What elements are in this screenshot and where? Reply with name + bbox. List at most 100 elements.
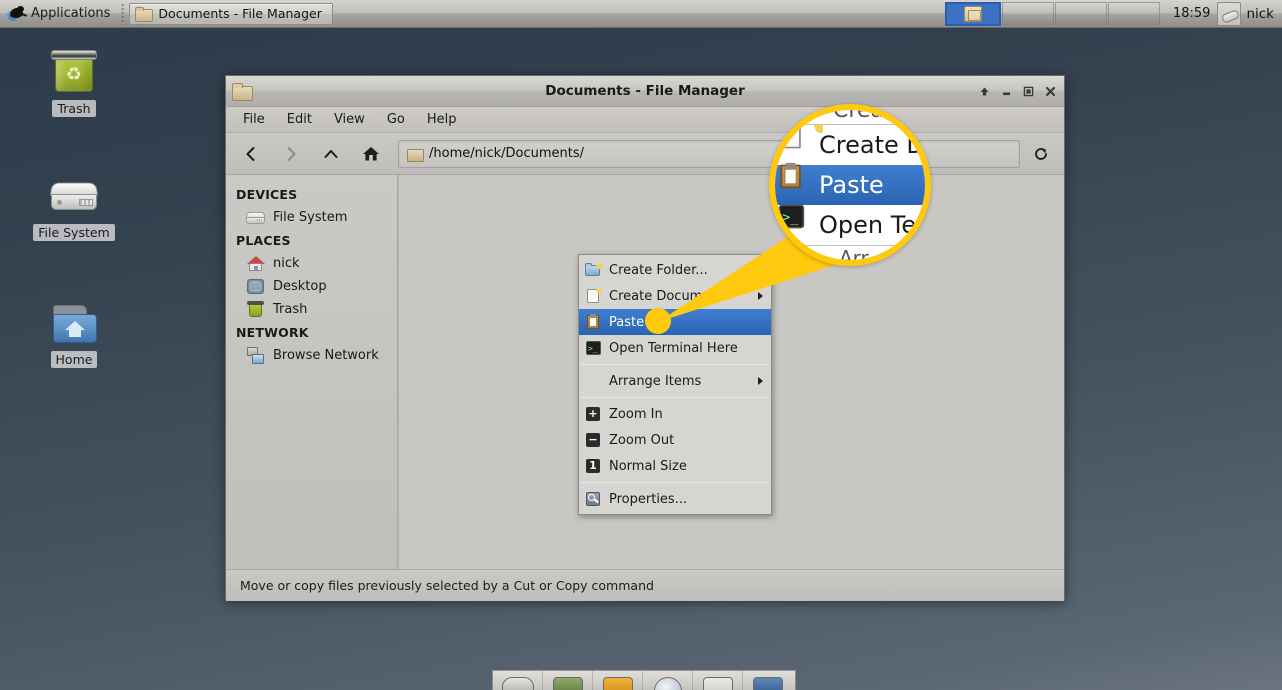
web-browser-icon xyxy=(653,677,682,690)
sidebar: DEVICES File System PLACES nick Desktop … xyxy=(226,175,398,569)
close-button[interactable] xyxy=(1043,84,1058,99)
context-menu-item-label: Zoom In xyxy=(609,406,663,422)
magnifier-item-label: Open Te xyxy=(819,211,917,239)
context-menu-item-paste[interactable]: Paste xyxy=(579,309,771,335)
magnifier-callout: Crea Create D Paste >_ Open Te Arr xyxy=(769,104,931,266)
sidebar-item-trash[interactable]: Trash xyxy=(226,298,397,321)
desktop-icon-label: File System xyxy=(33,224,115,241)
folder-icon xyxy=(232,82,253,101)
workspace-switcher-slot-2[interactable] xyxy=(1001,1,1054,26)
mouse-icon xyxy=(501,677,534,690)
paste-icon xyxy=(777,162,825,207)
context-menu-separator xyxy=(581,482,769,483)
context-menu-item-normal-size[interactable]: 1 Normal Size xyxy=(579,453,771,479)
statusbar: Move or copy files previously selected b… xyxy=(226,569,1064,601)
properties-icon xyxy=(585,491,602,507)
submenu-arrow-icon xyxy=(758,292,763,300)
menu-edit[interactable]: Edit xyxy=(276,109,323,130)
minimize-button[interactable] xyxy=(999,84,1014,99)
shade-button[interactable] xyxy=(977,84,992,99)
dock-item-6[interactable] xyxy=(743,671,793,690)
terminal-icon: >_ xyxy=(777,203,825,247)
dock-item-1[interactable] xyxy=(493,671,543,690)
zoom-out-icon: − xyxy=(585,432,602,448)
new-document-icon xyxy=(777,123,825,167)
sidebar-heading-devices: DEVICES xyxy=(236,187,298,202)
workspace-switcher-slot-3[interactable] xyxy=(1054,1,1107,26)
forward-button[interactable] xyxy=(274,139,308,169)
home-house-icon xyxy=(246,255,265,272)
xfce-mouse-icon xyxy=(4,5,28,22)
network-icon xyxy=(246,347,265,364)
normal-size-icon: 1 xyxy=(585,458,602,474)
hard-disk-icon xyxy=(48,176,100,220)
menu-go[interactable]: Go xyxy=(376,109,416,130)
sidebar-heading-network: NETWORK xyxy=(236,325,309,340)
removable-media-icon[interactable] xyxy=(1217,1,1242,26)
sidebar-heading-places: PLACES xyxy=(236,233,291,248)
menu-file[interactable]: File xyxy=(232,109,276,130)
context-menu-item-label: Open Terminal Here xyxy=(609,340,738,356)
folder-icon xyxy=(407,147,424,162)
context-menu-item-arrange-items[interactable]: Arrange Items xyxy=(579,368,771,394)
window-titlebar[interactable]: Documents - File Manager xyxy=(226,76,1064,107)
menubar: File Edit View Go Help xyxy=(226,107,1064,133)
context-menu-item-label: Create Document xyxy=(609,288,724,304)
trash-icon: ♻ xyxy=(50,50,98,96)
paste-icon xyxy=(585,314,602,330)
context-menu-item-label: Create Folder... xyxy=(609,262,708,278)
context-menu-item-label: Arrange Items xyxy=(609,373,702,389)
context-menu-item-zoom-in[interactable]: + Zoom In xyxy=(579,401,771,427)
home-button[interactable] xyxy=(354,139,388,169)
applications-menu-label: Applications xyxy=(31,6,111,21)
sidebar-item-desktop[interactable]: Desktop xyxy=(226,275,397,298)
context-menu-item-zoom-out[interactable]: − Zoom Out xyxy=(579,427,771,453)
menu-view[interactable]: View xyxy=(323,109,376,130)
back-button[interactable] xyxy=(234,139,268,169)
dock-item-5[interactable] xyxy=(693,671,743,690)
context-menu-item-create-document[interactable]: Create Document xyxy=(579,283,771,309)
applications-menu-button[interactable]: Applications xyxy=(0,1,119,27)
sidebar-item-file-system[interactable]: File System xyxy=(226,206,397,229)
clock[interactable]: 18:59 xyxy=(1161,6,1217,21)
trash-icon xyxy=(246,301,265,318)
magnifier-item-create-document: Create D xyxy=(775,123,925,167)
context-menu: Create Folder... Create Document Paste >… xyxy=(578,254,772,515)
parent-folder-button[interactable] xyxy=(314,139,348,169)
location-path: /home/nick/Documents/ xyxy=(429,146,585,161)
dock-item-4[interactable] xyxy=(643,671,693,690)
desktop-icon-home[interactable]: Home xyxy=(24,303,124,368)
desktop-icon-label: Home xyxy=(50,351,98,368)
dock-item-2[interactable] xyxy=(543,671,593,690)
context-menu-item-create-folder[interactable]: Create Folder... xyxy=(579,257,771,283)
context-menu-item-open-terminal-here[interactable]: >_ Open Terminal Here xyxy=(579,335,771,361)
taskbar-item-file-manager[interactable]: Documents - File Manager xyxy=(129,2,333,25)
reload-button[interactable] xyxy=(1026,139,1056,169)
sidebar-item-label: Browse Network xyxy=(273,348,379,363)
context-menu-item-properties[interactable]: Properties... xyxy=(579,486,771,512)
top-panel: Applications Documents - File Manager 18… xyxy=(0,0,1282,28)
dock-item-3[interactable] xyxy=(593,671,643,690)
sidebar-item-nick[interactable]: nick xyxy=(226,252,397,275)
workspace-switcher-active[interactable] xyxy=(944,1,1001,26)
bottom-dock xyxy=(492,670,796,690)
folder-icon xyxy=(135,6,154,22)
new-folder-icon xyxy=(585,262,602,278)
folder-orange-icon xyxy=(602,677,633,690)
desktop-icon-label: Trash xyxy=(52,100,96,117)
menu-help[interactable]: Help xyxy=(416,109,468,130)
panel-handle[interactable] xyxy=(121,2,126,25)
sidebar-item-label: Desktop xyxy=(273,279,327,294)
sidebar-item-browse-network[interactable]: Browse Network xyxy=(226,344,397,367)
context-menu-separator xyxy=(581,364,769,365)
maximize-button[interactable] xyxy=(1021,84,1036,99)
sidebar-item-label: nick xyxy=(273,256,300,271)
desktop-icon-file-system[interactable]: File System xyxy=(24,176,124,241)
username-label[interactable]: nick xyxy=(1246,6,1282,22)
workspace-switcher-slot-4[interactable] xyxy=(1107,1,1160,26)
terminal-icon xyxy=(552,677,583,690)
submenu-arrow-icon xyxy=(758,377,763,385)
panel-right-area: 18:59 nick xyxy=(944,0,1282,28)
desktop-icon-trash[interactable]: ♻ Trash xyxy=(24,50,124,117)
hard-disk-icon xyxy=(246,209,265,226)
